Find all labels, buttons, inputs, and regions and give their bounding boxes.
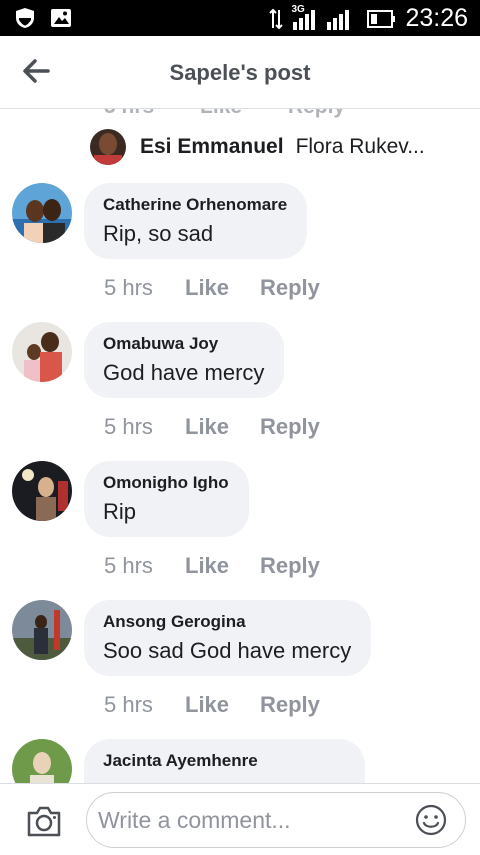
avatar[interactable] — [12, 600, 72, 660]
peek-time: 5 hrs — [104, 109, 154, 118]
smiley-icon[interactable] — [415, 804, 447, 836]
like-button[interactable]: Like — [185, 692, 260, 718]
comment-input-placeholder: Write a comment... — [98, 807, 291, 833]
comment-time: 5 hrs — [104, 692, 153, 717]
status-bar: 3G 23:26 — [0, 0, 480, 36]
reply-button[interactable]: Reply — [260, 275, 320, 301]
gallery-icon — [51, 9, 71, 27]
comment-bubble[interactable]: Omonigho Igho Rip — [84, 461, 249, 537]
comment-author[interactable]: Jacinta Ayemhenre — [103, 751, 345, 771]
reply-button[interactable]: Reply — [260, 692, 320, 718]
like-button[interactable]: Like — [185, 553, 260, 579]
comment-composer: Write a comment... — [0, 783, 480, 855]
like-button[interactable]: Like — [185, 275, 260, 301]
comment-actions: 5 hrs Like Reply — [104, 553, 320, 579]
avatar[interactable] — [12, 739, 72, 783]
peek-reply-button[interactable]: Reply — [288, 109, 345, 118]
reply-button[interactable]: Reply — [260, 414, 320, 440]
like-button[interactable]: Like — [185, 414, 260, 440]
app-bar: Sapele's post — [0, 36, 480, 109]
comment-text: Rip — [103, 499, 137, 524]
comment-author[interactable]: Omonigho Igho — [103, 473, 229, 493]
reply-snippet: Flora Rukev... — [295, 135, 425, 158]
peek-actions-row: 5 hrs Like Reply — [104, 109, 385, 119]
avatar[interactable] — [90, 129, 126, 165]
comment-time: 5 hrs — [104, 553, 153, 578]
comment-actions: 5 hrs Like Reply — [104, 275, 320, 301]
comment-time: 5 hrs — [104, 275, 153, 300]
reply-preview[interactable]: Esi Emmanuel Flora Rukev... — [90, 129, 470, 165]
comment-author[interactable]: Omabuwa Joy — [103, 334, 264, 354]
comment-text: Rip, so sad — [103, 221, 214, 246]
comment-author[interactable]: Catherine Orhenomare — [103, 195, 287, 215]
comment-actions: 5 hrs Like Reply — [104, 414, 320, 440]
comment-bubble[interactable]: Catherine Orhenomare Rip, so sad — [84, 183, 308, 259]
avatar[interactable] — [12, 461, 72, 521]
comments-list[interactable]: 5 hrs Like Reply Esi Emmanuel Flora Ruke… — [0, 109, 480, 783]
comment-actions: 5 hrs Like Reply — [104, 692, 320, 718]
comment-bubble[interactable]: Omabuwa Joy God have mercy — [84, 322, 285, 398]
peek-like-button[interactable]: Like — [200, 109, 242, 118]
avatar[interactable] — [12, 322, 72, 382]
comment-bubble[interactable]: Jacinta Ayemhenre — [84, 739, 365, 783]
comment-author[interactable]: Ansong Gerogina — [103, 612, 351, 632]
comment-text: God have mercy — [103, 360, 265, 385]
avatar[interactable] — [12, 183, 72, 243]
signal-icon — [293, 9, 316, 30]
reply-button[interactable]: Reply — [260, 553, 320, 579]
battery-icon — [367, 9, 396, 28]
clock: 23:26 — [405, 4, 468, 32]
data-transfer-icon — [269, 8, 284, 29]
camera-icon[interactable] — [26, 804, 62, 838]
comment-time: 5 hrs — [104, 414, 153, 439]
comment-text: Soo sad God have mercy — [103, 638, 352, 663]
comment-bubble[interactable]: Ansong Gerogina Soo sad God have mercy — [84, 600, 372, 676]
signal-icon — [327, 9, 350, 30]
reply-author-name[interactable]: Esi Emmanuel — [140, 135, 284, 159]
page-title: Sapele's post — [169, 60, 311, 85]
shield-icon — [16, 8, 34, 28]
comment-input[interactable]: Write a comment... — [86, 792, 466, 848]
